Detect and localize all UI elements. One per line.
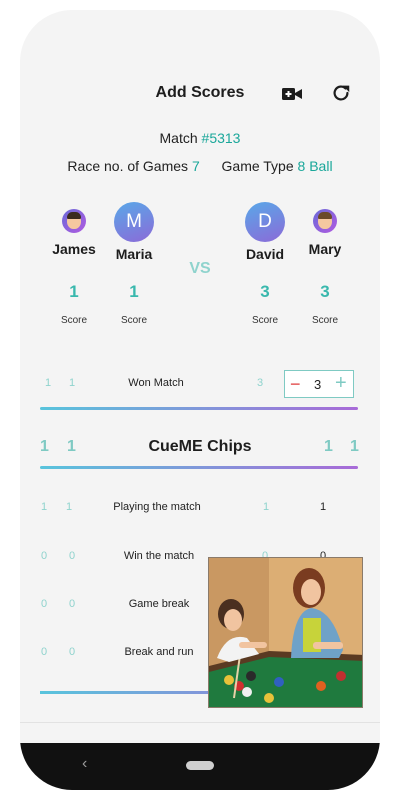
chips-header: 1 1 CueME Chips 1 1 <box>40 438 359 455</box>
avatar: D <box>245 202 285 242</box>
score-label: Score <box>120 315 148 326</box>
score-label: Score <box>251 315 279 326</box>
page-title: Add Scores <box>155 84 245 101</box>
player-score: 3 <box>320 282 330 301</box>
video-add-icon[interactable] <box>282 86 302 102</box>
footer-separator <box>20 722 380 723</box>
stepper-value: 3 <box>314 377 322 392</box>
avatar <box>62 209 86 233</box>
avatar <box>313 209 337 233</box>
section-divider <box>40 466 358 469</box>
player-maria[interactable]: M Maria <box>99 202 169 262</box>
match-number: Match #5313 <box>159 130 241 146</box>
minus-button[interactable]: − <box>290 373 301 395</box>
score-label: Score <box>311 315 339 326</box>
home-pill-icon[interactable] <box>186 761 214 770</box>
player-name: Mary <box>308 241 342 257</box>
chip-row-playing: 1 1 Playing the match 1 1 <box>41 501 327 513</box>
match-info: Race no. of Games 7 Game Type 8 Ball <box>67 158 333 174</box>
pool-players-image <box>208 557 363 708</box>
system-nav-bar: ‹ <box>20 743 380 790</box>
won-match-stepper[interactable]: − 3 + <box>284 370 354 398</box>
player-name: Maria <box>115 246 153 262</box>
refresh-icon[interactable] <box>330 82 352 104</box>
back-icon[interactable]: ‹ <box>82 755 87 773</box>
player-score: 3 <box>260 282 270 301</box>
player-score: 1 <box>69 282 79 301</box>
section-divider <box>40 407 358 410</box>
chips-title: CueME Chips <box>148 438 252 455</box>
score-label: Score <box>60 315 88 326</box>
player-mary[interactable]: Mary <box>290 208 360 257</box>
plus-button[interactable]: + <box>335 372 347 394</box>
avatar: M <box>114 202 154 242</box>
player-score: 1 <box>129 282 139 301</box>
vs-label: VS <box>189 260 211 277</box>
